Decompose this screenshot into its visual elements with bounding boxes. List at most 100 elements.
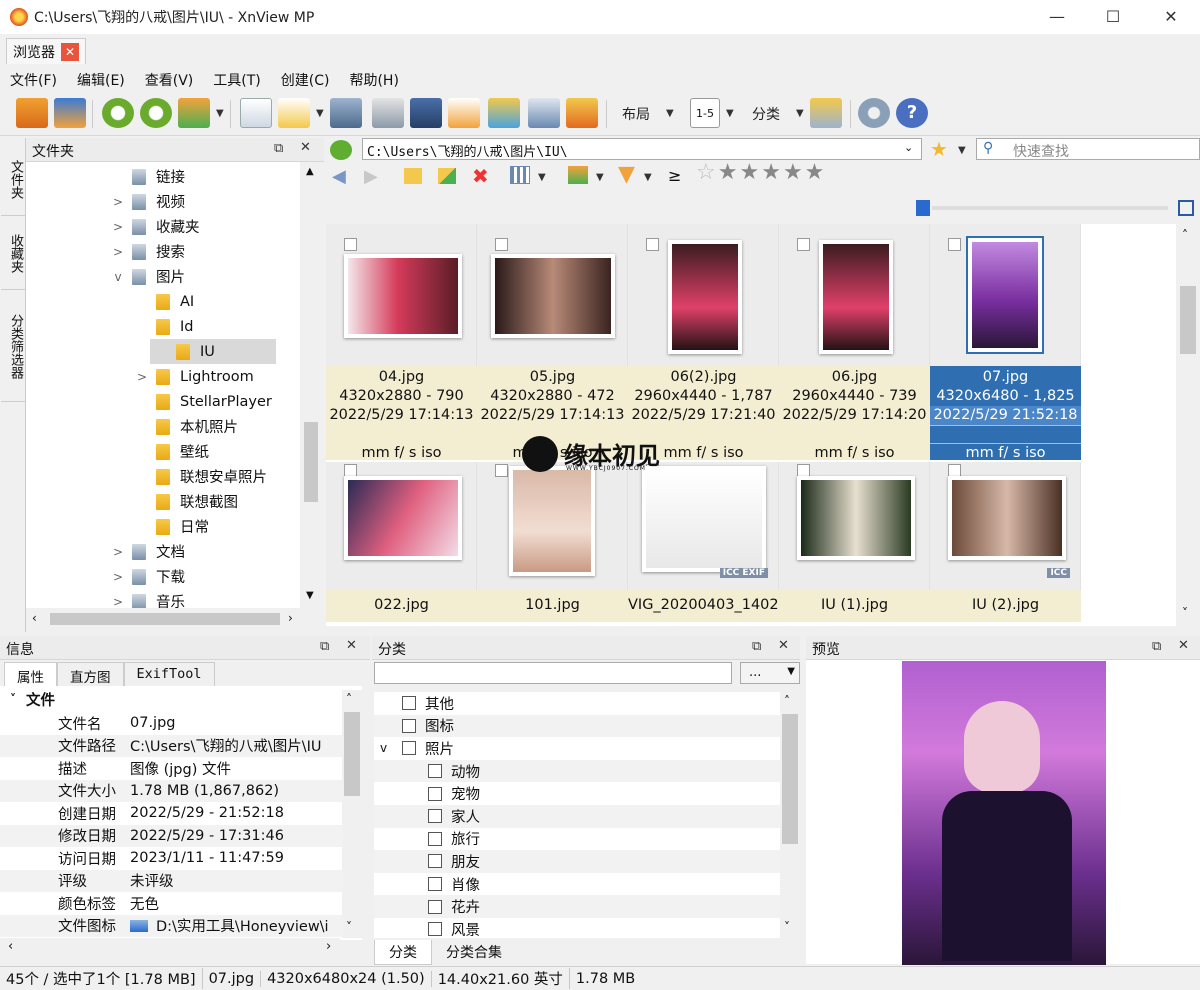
close-panel-icon[interactable]: ✕ — [300, 140, 311, 155]
thumbnail-item[interactable]: 07.jpg 4320x6480 - 1,825 2022/5/29 21:52:1… — [930, 224, 1081, 461]
category-checkbox[interactable] — [428, 854, 442, 869]
tree-item[interactable]: Id — [26, 314, 324, 339]
category-checkbox[interactable] — [428, 877, 442, 892]
expand-chevron-icon[interactable]: > — [110, 545, 126, 559]
category-item[interactable]: 朋友 — [374, 850, 780, 873]
page-range-icon[interactable]: 1-5 — [690, 98, 720, 128]
category-item[interactable]: 宠物 — [374, 782, 780, 805]
cat-scroll-thumb[interactable] — [782, 714, 798, 844]
thumbnail-checkbox[interactable] — [646, 238, 659, 251]
prop-scroll-down-icon[interactable]: ˅ — [346, 920, 352, 934]
view-mode-dropdown-icon[interactable]: ▼ — [538, 172, 546, 183]
thumbnail-item[interactable]: 06.jpg 2960x4440 - 739 2022/5/29 17:14:20 m… — [779, 224, 930, 461]
menu-create[interactable]: 创建(C) — [271, 66, 340, 92]
expand-chevron-icon[interactable]: > — [110, 220, 126, 234]
category-checkbox[interactable] — [428, 764, 442, 779]
properties-scrollbar[interactable]: ˄ ˅ — [342, 690, 362, 938]
tab-close-icon[interactable]: ✕ — [61, 42, 79, 61]
go-up-folder-icon[interactable] — [330, 140, 352, 160]
tab-exiftool[interactable]: ExifTool — [123, 662, 215, 686]
thumbnail-checkbox[interactable] — [344, 238, 357, 251]
star-3-icon[interactable]: ★ — [761, 160, 781, 185]
tree-item[interactable]: 日常 — [26, 514, 324, 539]
star-4-icon[interactable]: ★ — [783, 160, 803, 185]
tree-item[interactable]: > 文档 — [26, 539, 324, 564]
float-panel-icon[interactable]: ⧉ — [1152, 639, 1161, 654]
zoom-slider-handle[interactable] — [916, 200, 930, 216]
tree-item[interactable]: > 音乐 — [26, 589, 324, 608]
expand-chevron-icon[interactable]: v — [380, 741, 387, 755]
help-icon[interactable]: ? — [896, 98, 928, 128]
category-checkbox[interactable] — [402, 741, 416, 756]
rating-operator[interactable]: ≥ — [668, 166, 681, 185]
category-checkbox[interactable] — [428, 786, 442, 801]
prop-scroll-up-icon[interactable]: ˄ — [346, 692, 352, 706]
star-empty-icon[interactable]: ☆ — [696, 160, 716, 185]
thumbnail-checkbox[interactable] — [495, 464, 508, 477]
menu-view[interactable]: 查看(V) — [135, 66, 204, 92]
star-5-icon[interactable]: ★ — [805, 160, 825, 185]
close-panel-icon[interactable]: ✕ — [346, 638, 357, 653]
menu-file[interactable]: 文件(F) — [0, 66, 67, 92]
convert-dropdown-icon[interactable]: ▼ — [216, 108, 224, 119]
maximize-button[interactable]: ☐ — [1090, 0, 1136, 34]
sort-dropdown-icon[interactable]: ▼ — [596, 172, 604, 183]
address-dropdown-icon[interactable]: ⌄ — [904, 141, 913, 154]
tree-item[interactable]: > Lightroom — [26, 364, 324, 389]
thumbnail-checkbox[interactable] — [948, 238, 961, 251]
side-tab-category-filter[interactable]: 分类筛选器 — [1, 292, 25, 402]
category-checkbox[interactable] — [402, 718, 416, 733]
tree-item[interactable]: > 下载 — [26, 564, 324, 589]
tree-item[interactable]: StellarPlayer — [26, 389, 324, 414]
category-item[interactable]: v 照片 — [374, 737, 780, 760]
tree-item[interactable]: 壁纸 — [26, 439, 324, 464]
thumbnail-checkbox[interactable] — [495, 238, 508, 251]
side-tab-folders[interactable]: 文件夹 — [1, 144, 25, 216]
minimize-button[interactable]: — — [1034, 0, 1080, 34]
thumbnail-item[interactable]: 06(2).jpg 2960x4440 - 1,787 2022/5/29 17:2… — [628, 224, 779, 461]
category-item[interactable]: 家人 — [374, 804, 780, 828]
category-scrollbar[interactable]: ˄ ˅ — [780, 692, 800, 938]
star-1-icon[interactable]: ★ — [718, 160, 738, 185]
category-filter-input[interactable] — [374, 662, 732, 684]
page-range-dropdown-icon[interactable]: ▼ — [726, 108, 734, 119]
expand-chevron-icon[interactable]: > — [110, 570, 126, 584]
zoom-slider-track[interactable] — [932, 206, 1168, 210]
category-checkbox[interactable] — [428, 899, 442, 914]
scroll-left-icon[interactable]: ‹ — [32, 611, 37, 625]
binoculars-search-icon[interactable] — [330, 98, 362, 128]
category-item[interactable]: 动物 — [374, 759, 780, 783]
thumbnail-checkbox[interactable] — [797, 238, 810, 251]
thumbnail-size-icon[interactable] — [1178, 200, 1194, 216]
close-panel-icon[interactable]: ✕ — [1178, 638, 1189, 653]
view-mode-icon[interactable] — [510, 166, 530, 184]
menu-help[interactable]: 帮助(H) — [339, 66, 408, 92]
thumb-scroll-up-icon[interactable]: ˄ — [1182, 228, 1188, 242]
menu-edit[interactable]: 编辑(E) — [67, 66, 135, 92]
rating-filter-stars[interactable]: ☆ ★ ★ ★ ★ ★ — [696, 160, 824, 185]
fullscreen-icon[interactable] — [54, 98, 86, 128]
tab-properties[interactable]: 属性 — [4, 662, 57, 686]
tree-item[interactable]: 本机照片 — [26, 414, 324, 439]
star-2-icon[interactable]: ★ — [739, 160, 759, 185]
thumbnail-item[interactable]: 101.jpg — [477, 462, 628, 622]
move-to-icon[interactable] — [448, 98, 480, 128]
tree-item[interactable]: > 视频 — [26, 189, 324, 214]
tree-item[interactable]: 联想截图 — [26, 489, 324, 514]
expand-chevron-icon[interactable]: > — [110, 195, 126, 209]
hscroll-thumb[interactable] — [50, 613, 280, 625]
category-checkbox[interactable] — [402, 696, 416, 711]
wallpaper-icon[interactable] — [566, 98, 598, 128]
layout-button[interactable]: 布局 — [622, 104, 650, 124]
rotate-left-icon[interactable] — [102, 98, 134, 128]
thumbnail-item[interactable]: ICC IU (2).jpg — [930, 462, 1081, 622]
thumbnail-scrollbar[interactable]: ˄ ˅ — [1176, 224, 1200, 626]
export-icon[interactable] — [278, 98, 310, 128]
folder-tree-hscrollbar[interactable]: ‹ › — [26, 608, 324, 630]
filter-funnel-icon[interactable]: ▼ — [618, 162, 635, 187]
scroll-up-icon[interactable]: ▲ — [306, 166, 314, 177]
open-browser-icon[interactable] — [16, 98, 48, 128]
back-arrow-icon[interactable]: ◀ — [332, 166, 346, 187]
tree-item[interactable]: IU — [150, 339, 276, 364]
scroll-right-icon[interactable]: › — [288, 611, 293, 625]
